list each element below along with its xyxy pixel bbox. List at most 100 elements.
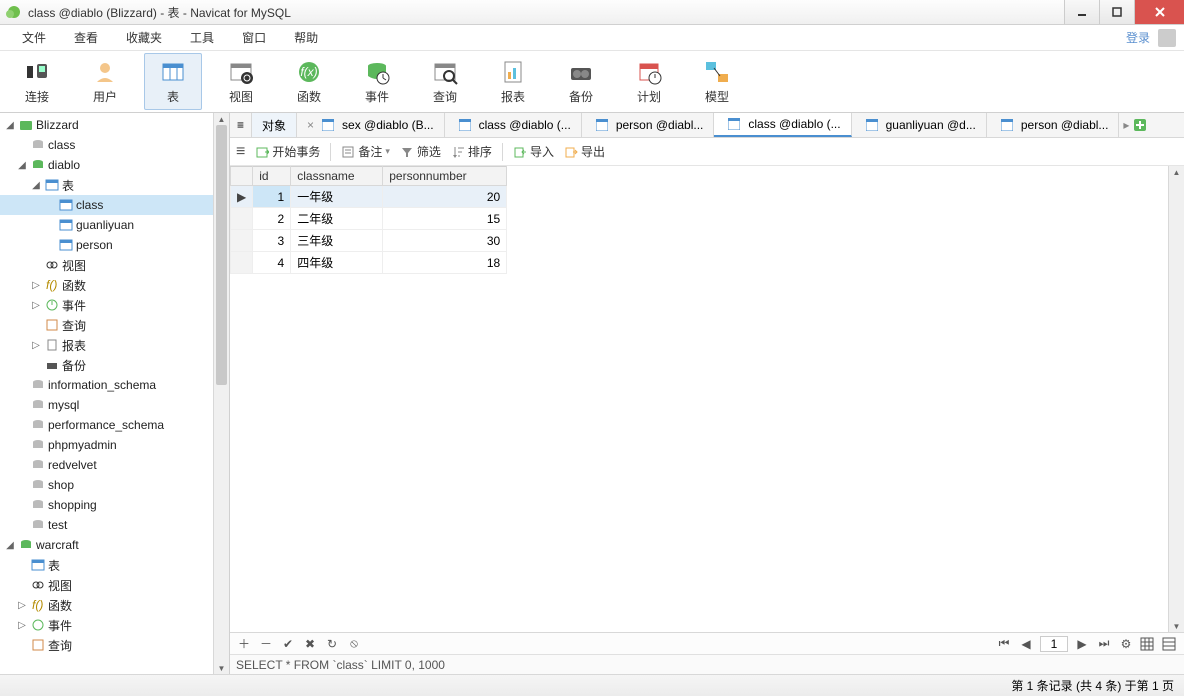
- tree-wc-tables[interactable]: 表: [0, 555, 213, 575]
- toolbar-model[interactable]: 模型: [688, 53, 746, 110]
- menu-file[interactable]: 文件: [8, 27, 60, 48]
- tab-person-diablo-1[interactable]: person @diabl...: [582, 113, 715, 137]
- cell-personnumber[interactable]: 30: [383, 230, 507, 252]
- grid-view-icon[interactable]: [1140, 637, 1156, 651]
- commit-button[interactable]: ✔: [280, 637, 296, 651]
- tab-guanliyuan-diablo[interactable]: guanliyuan @d...: [852, 113, 987, 137]
- tree-db-information_schema[interactable]: information_schema: [0, 375, 213, 395]
- tree-db-performance_schema[interactable]: performance_schema: [0, 415, 213, 435]
- tree-wc-queries[interactable]: 查询: [0, 635, 213, 655]
- cell-classname[interactable]: 一年级: [291, 186, 383, 208]
- cell-classname[interactable]: 二年级: [291, 208, 383, 230]
- toolbar-plan[interactable]: 计划: [620, 53, 678, 110]
- toolbar-backup[interactable]: 备份: [552, 53, 610, 110]
- tree-backups[interactable]: 备份: [0, 355, 213, 375]
- table-row[interactable]: 3 三年级 30: [231, 230, 507, 252]
- tab-new-icon[interactable]: [1133, 118, 1147, 132]
- minimize-button[interactable]: [1064, 0, 1099, 24]
- toolbar-report[interactable]: 报表: [484, 53, 542, 110]
- tree-db-shop[interactable]: shop: [0, 475, 213, 495]
- tab-scroll-right-icon[interactable]: ▸: [1123, 118, 1129, 132]
- close-button[interactable]: [1134, 0, 1184, 24]
- cell-id[interactable]: 4: [253, 252, 291, 274]
- toolbar-connect[interactable]: 连接: [8, 53, 66, 110]
- add-row-button[interactable]: ＋: [236, 635, 252, 652]
- cell-personnumber[interactable]: 20: [383, 186, 507, 208]
- stop-button[interactable]: ⦸: [346, 636, 362, 651]
- delete-row-button[interactable]: －: [258, 635, 274, 652]
- filter-button[interactable]: 筛选: [400, 143, 441, 160]
- column-header-id[interactable]: id: [253, 167, 291, 186]
- menu-favorites[interactable]: 收藏夹: [112, 27, 176, 48]
- menu-help[interactable]: 帮助: [280, 27, 332, 48]
- cancel-button[interactable]: ✖: [302, 637, 318, 651]
- tree-wc-events[interactable]: ▷事件: [0, 615, 213, 635]
- toolbar-query[interactable]: 查询: [416, 53, 474, 110]
- tree-wc-functions[interactable]: ▷f()函数: [0, 595, 213, 615]
- avatar-icon[interactable]: [1158, 29, 1176, 47]
- first-page-button[interactable]: ⏮: [996, 636, 1012, 651]
- toolbar-view[interactable]: 视图: [212, 53, 270, 110]
- cell-id[interactable]: 2: [253, 208, 291, 230]
- menu-tools[interactable]: 工具: [176, 27, 228, 48]
- sort-button[interactable]: 排序: [451, 143, 492, 160]
- tree-wc-views[interactable]: 视图: [0, 575, 213, 595]
- next-page-button[interactable]: ▶: [1074, 637, 1090, 651]
- tree-functions[interactable]: ▷f()函数: [0, 275, 213, 295]
- connection-tree[interactable]: ◢Blizzard class ◢diablo ◢表 class guanliy…: [0, 113, 213, 674]
- data-grid[interactable]: id classname personnumber ▶ 1 一年级 20: [230, 166, 1168, 632]
- toolbar-event[interactable]: 事件: [348, 53, 406, 110]
- tree-scrollbar[interactable]: ▲▼: [213, 113, 229, 674]
- maximize-button[interactable]: [1099, 0, 1134, 24]
- table-row[interactable]: 2 二年级 15: [231, 208, 507, 230]
- table-row[interactable]: ▶ 1 一年级 20: [231, 186, 507, 208]
- cell-classname[interactable]: 三年级: [291, 230, 383, 252]
- login-link[interactable]: 登录: [1126, 29, 1150, 46]
- tabs-menu-icon[interactable]: ≡: [230, 113, 252, 137]
- tree-db-test[interactable]: test: [0, 515, 213, 535]
- tree-db-phpmyadmin[interactable]: phpmyadmin: [0, 435, 213, 455]
- tree-connection-warcraft[interactable]: ◢warcraft: [0, 535, 213, 555]
- tab-class-diablo-2[interactable]: class @diablo (...: [714, 113, 851, 137]
- tree-db-class[interactable]: class: [0, 135, 213, 155]
- tree-db-diablo[interactable]: ◢diablo: [0, 155, 213, 175]
- table-row[interactable]: 4 四年级 18: [231, 252, 507, 274]
- toolbar-user[interactable]: 用户: [76, 53, 134, 110]
- toolbar-function[interactable]: f(x)函数: [280, 53, 338, 110]
- cell-personnumber[interactable]: 15: [383, 208, 507, 230]
- cell-id[interactable]: 1: [253, 186, 291, 208]
- tab-sex-diablo[interactable]: ×sex @diablo (B...: [297, 113, 445, 137]
- begin-transaction-button[interactable]: 开始事务: [255, 143, 320, 160]
- cell-classname[interactable]: 四年级: [291, 252, 383, 274]
- tree-db-shopping[interactable]: shopping: [0, 495, 213, 515]
- prev-page-button[interactable]: ◀: [1018, 637, 1034, 651]
- last-page-button[interactable]: ⏭: [1096, 636, 1112, 651]
- tree-table-person[interactable]: person: [0, 235, 213, 255]
- column-header-classname[interactable]: classname: [291, 167, 383, 186]
- tree-queries[interactable]: 查询: [0, 315, 213, 335]
- tree-events[interactable]: ▷事件: [0, 295, 213, 315]
- column-header-personnumber[interactable]: personnumber: [383, 167, 507, 186]
- settings-icon[interactable]: ⚙: [1118, 637, 1134, 651]
- grid-scrollbar[interactable]: ▲▼: [1168, 166, 1184, 632]
- cell-personnumber[interactable]: 18: [383, 252, 507, 274]
- tree-table-guanliyuan[interactable]: guanliyuan: [0, 215, 213, 235]
- tab-objects[interactable]: 对象: [252, 113, 297, 137]
- tree-connection-blizzard[interactable]: ◢Blizzard: [0, 115, 213, 135]
- memo-button[interactable]: 备注▾: [341, 143, 390, 160]
- tree-tables[interactable]: ◢表: [0, 175, 213, 195]
- tree-views[interactable]: 视图: [0, 255, 213, 275]
- page-input[interactable]: [1040, 636, 1068, 652]
- menu-window[interactable]: 窗口: [228, 27, 280, 48]
- form-view-icon[interactable]: [1162, 637, 1178, 651]
- tree-db-redvelvet[interactable]: redvelvet: [0, 455, 213, 475]
- tree-table-class[interactable]: class: [0, 195, 213, 215]
- tab-class-diablo-1[interactable]: class @diablo (...: [445, 113, 582, 137]
- import-button[interactable]: 导入: [513, 143, 554, 160]
- tree-db-mysql[interactable]: mysql: [0, 395, 213, 415]
- menu-view[interactable]: 查看: [60, 27, 112, 48]
- toolbar-table[interactable]: 表: [144, 53, 202, 110]
- tree-reports[interactable]: ▷报表: [0, 335, 213, 355]
- refresh-button[interactable]: ↻: [324, 637, 340, 651]
- hamburger-icon[interactable]: ≡: [236, 143, 245, 161]
